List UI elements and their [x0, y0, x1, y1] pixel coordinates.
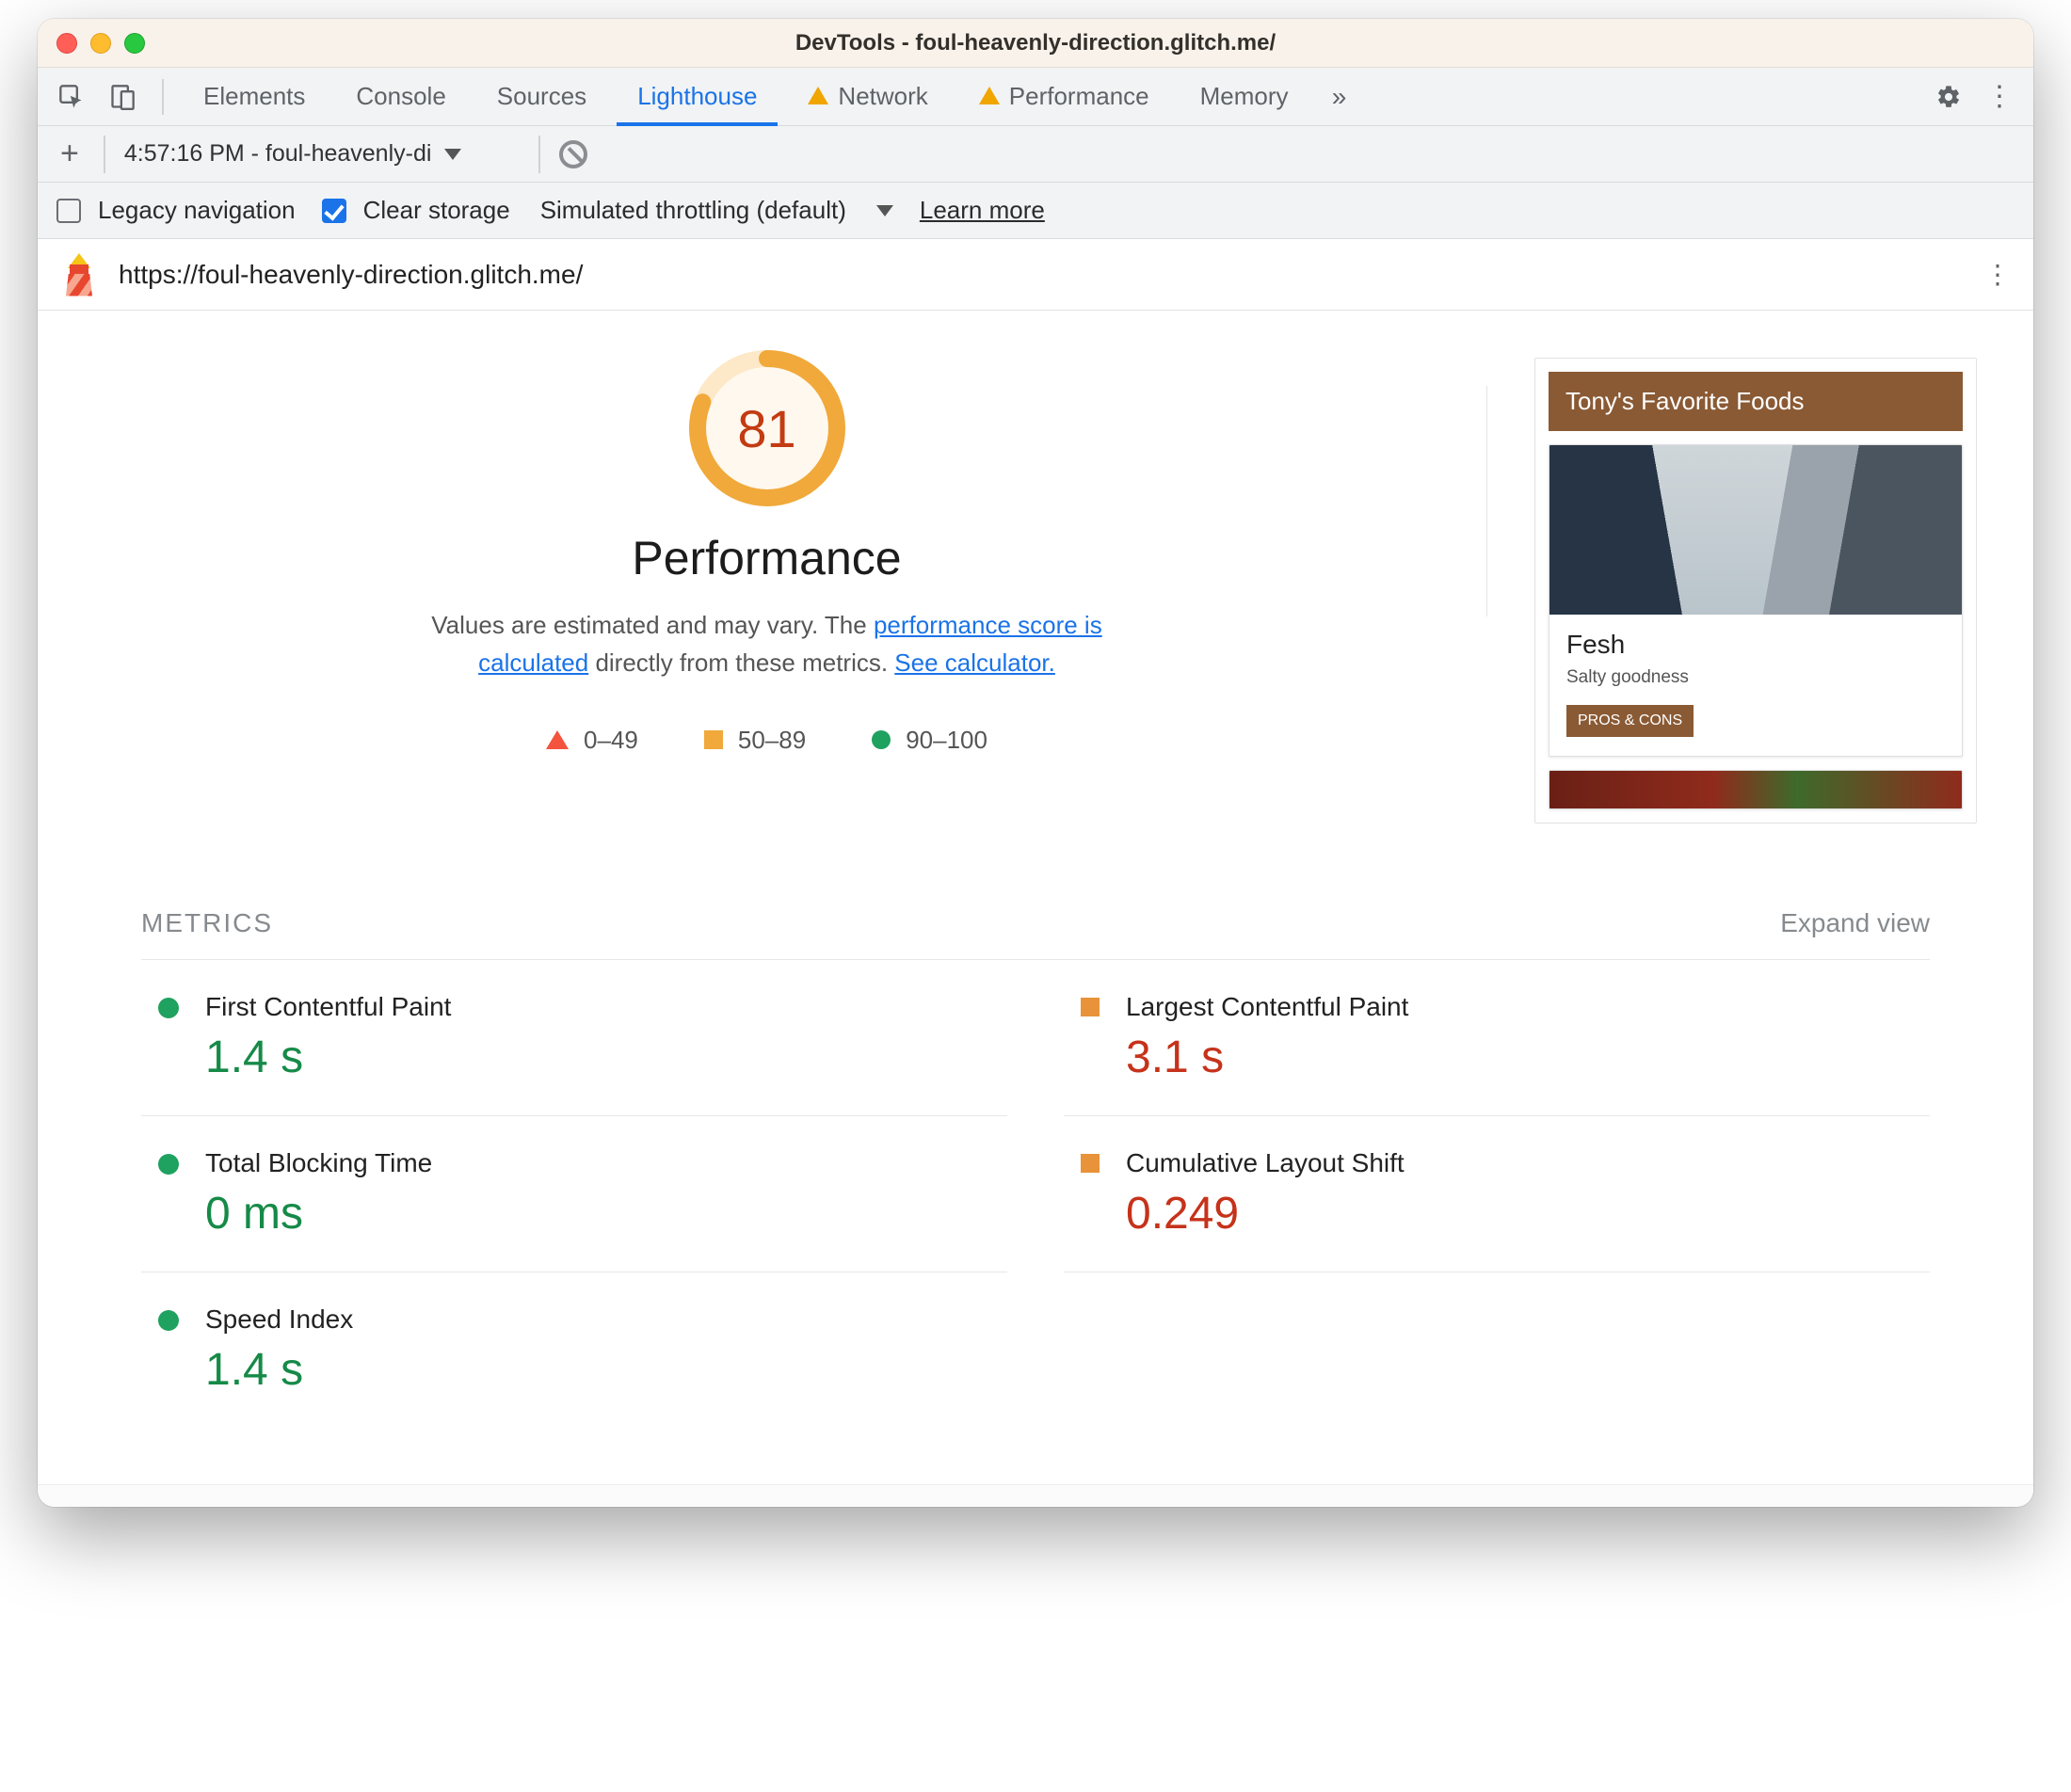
tab-sources[interactable]: Sources	[476, 68, 607, 126]
metric-speed-index[interactable]: Speed Index 1.4 s	[141, 1272, 1007, 1428]
page-screenshot-preview: Tony's Favorite Foods Fesh Salty goodnes…	[1534, 358, 1977, 824]
legend-range-pass: 90–100	[906, 726, 987, 755]
metric-total-blocking-time[interactable]: Total Blocking Time 0 ms	[141, 1116, 1007, 1272]
settings-gear-icon[interactable]	[1928, 76, 1969, 118]
metric-value: 1.4 s	[205, 1032, 451, 1083]
metric-label: Speed Index	[205, 1304, 353, 1335]
metric-value: 0.249	[1126, 1188, 1405, 1240]
divider	[1486, 386, 1487, 616]
clear-icon[interactable]	[559, 140, 587, 168]
tab-label: Elements	[203, 82, 305, 111]
kebab-menu-icon[interactable]: ⋮	[1979, 76, 2020, 118]
devtools-tabstrip: Elements Console Sources Lighthouse Netw…	[38, 68, 2033, 126]
tab-label: Console	[356, 82, 445, 111]
inspect-element-icon[interactable]	[51, 76, 92, 118]
preview-card: Fesh Salty goodness PROS & CONS	[1549, 444, 1963, 757]
legacy-navigation-label: Legacy navigation	[98, 196, 296, 225]
average-icon	[1081, 1154, 1100, 1173]
tab-label: Lighthouse	[637, 82, 757, 111]
metrics-grid: First Contentful Paint 1.4 s Largest Con…	[141, 960, 1930, 1428]
metrics-heading: METRICS	[141, 908, 273, 938]
audited-url: https://foul-heavenly-direction.glitch.m…	[119, 260, 583, 290]
average-icon	[1081, 998, 1100, 1016]
divider	[538, 136, 540, 173]
clear-storage-label: Clear storage	[363, 196, 510, 225]
chevron-down-icon	[444, 149, 461, 160]
report-selector[interactable]: 4:57:16 PM - foul-heavenly-di	[124, 140, 520, 168]
metric-label: First Contentful Paint	[205, 992, 451, 1022]
metric-largest-contentful-paint[interactable]: Largest Contentful Paint 3.1 s	[1064, 960, 1930, 1116]
legacy-navigation-checkbox[interactable]	[56, 199, 81, 223]
tab-label: Sources	[497, 82, 586, 111]
calculator-link[interactable]: See calculator.	[894, 648, 1055, 677]
clear-storage-checkbox[interactable]	[322, 199, 346, 223]
report-label: 4:57:16 PM - foul-heavenly-di	[124, 140, 432, 168]
more-tabs-button[interactable]: »	[1319, 76, 1360, 118]
scrollbar-track[interactable]	[38, 1484, 2033, 1507]
report-url-row: https://foul-heavenly-direction.glitch.m…	[38, 239, 2033, 311]
preview-card-image	[1549, 771, 1962, 808]
metrics-section: METRICS Expand view First Contentful Pai…	[38, 861, 2033, 1484]
pass-icon	[158, 1310, 179, 1331]
tab-label: Network	[838, 82, 927, 111]
devtools-window: DevTools - foul-heavenly-direction.glitc…	[38, 19, 2033, 1507]
gauge-score: 81	[687, 348, 847, 508]
report-menu-icon[interactable]: ⋮	[1984, 268, 2011, 281]
preview-card-subtitle: Salty goodness	[1566, 667, 1945, 688]
metric-value: 3.1 s	[1126, 1032, 1408, 1083]
expand-view-toggle[interactable]: Expand view	[1780, 908, 1930, 938]
performance-gauge[interactable]: 81	[687, 348, 847, 508]
pass-icon	[158, 998, 179, 1018]
metric-value: 0 ms	[205, 1188, 432, 1240]
metric-label: Total Blocking Time	[205, 1148, 432, 1178]
metric-label: Largest Contentful Paint	[1126, 992, 1408, 1022]
divider	[104, 136, 105, 173]
tab-lighthouse[interactable]: Lighthouse	[617, 68, 778, 126]
fail-icon	[546, 730, 569, 749]
preview-card-title: Fesh	[1566, 630, 1945, 660]
learn-more-link[interactable]: Learn more	[920, 196, 1045, 225]
window-title: DevTools - foul-heavenly-direction.glitc…	[38, 30, 2033, 56]
preview-header: Tony's Favorite Foods	[1549, 372, 1963, 431]
warning-icon	[808, 87, 828, 104]
pass-icon	[158, 1154, 179, 1175]
tab-label: Memory	[1200, 82, 1289, 111]
lighthouse-logo-icon	[60, 253, 98, 296]
new-report-button[interactable]: +	[55, 136, 85, 172]
metrics-header: METRICS Expand view	[141, 908, 1930, 960]
lighthouse-toolbar: + 4:57:16 PM - foul-heavenly-di	[38, 126, 2033, 183]
tab-memory[interactable]: Memory	[1180, 68, 1309, 126]
warning-icon	[979, 87, 1000, 104]
tab-performance[interactable]: Performance	[958, 68, 1170, 126]
lighthouse-options: Legacy navigation Clear storage Simulate…	[38, 183, 2033, 239]
average-icon	[704, 730, 723, 749]
tab-console[interactable]: Console	[335, 68, 466, 126]
metric-first-contentful-paint[interactable]: First Contentful Paint 1.4 s	[141, 960, 1007, 1116]
tab-elements[interactable]: Elements	[183, 68, 326, 126]
chevron-down-icon[interactable]	[876, 205, 893, 216]
divider	[162, 79, 164, 115]
report-summary: 81 Performance Values are estimated and …	[38, 311, 2033, 861]
preview-card-partial	[1549, 770, 1963, 809]
preview-card-image	[1549, 445, 1962, 615]
device-toolbar-icon[interactable]	[102, 76, 143, 118]
legend-range-fail: 0–49	[584, 726, 638, 755]
metric-label: Cumulative Layout Shift	[1126, 1148, 1405, 1178]
score-legend: 0–49 50–89 90–100	[546, 726, 987, 755]
category-title: Performance	[632, 531, 901, 585]
preview-card-button: PROS & CONS	[1566, 705, 1694, 737]
metric-cumulative-layout-shift[interactable]: Cumulative Layout Shift 0.249	[1064, 1116, 1930, 1272]
pass-icon	[872, 730, 891, 749]
window-titlebar: DevTools - foul-heavenly-direction.glitc…	[38, 19, 2033, 68]
category-description: Values are estimated and may vary. The p…	[381, 606, 1153, 682]
throttling-label: Simulated throttling (default)	[540, 196, 846, 225]
tab-label: Performance	[1009, 82, 1149, 111]
performance-score-panel: 81 Performance Values are estimated and …	[94, 339, 1439, 824]
legend-range-average: 50–89	[738, 726, 806, 755]
tab-network[interactable]: Network	[787, 68, 948, 126]
metric-value: 1.4 s	[205, 1344, 353, 1396]
